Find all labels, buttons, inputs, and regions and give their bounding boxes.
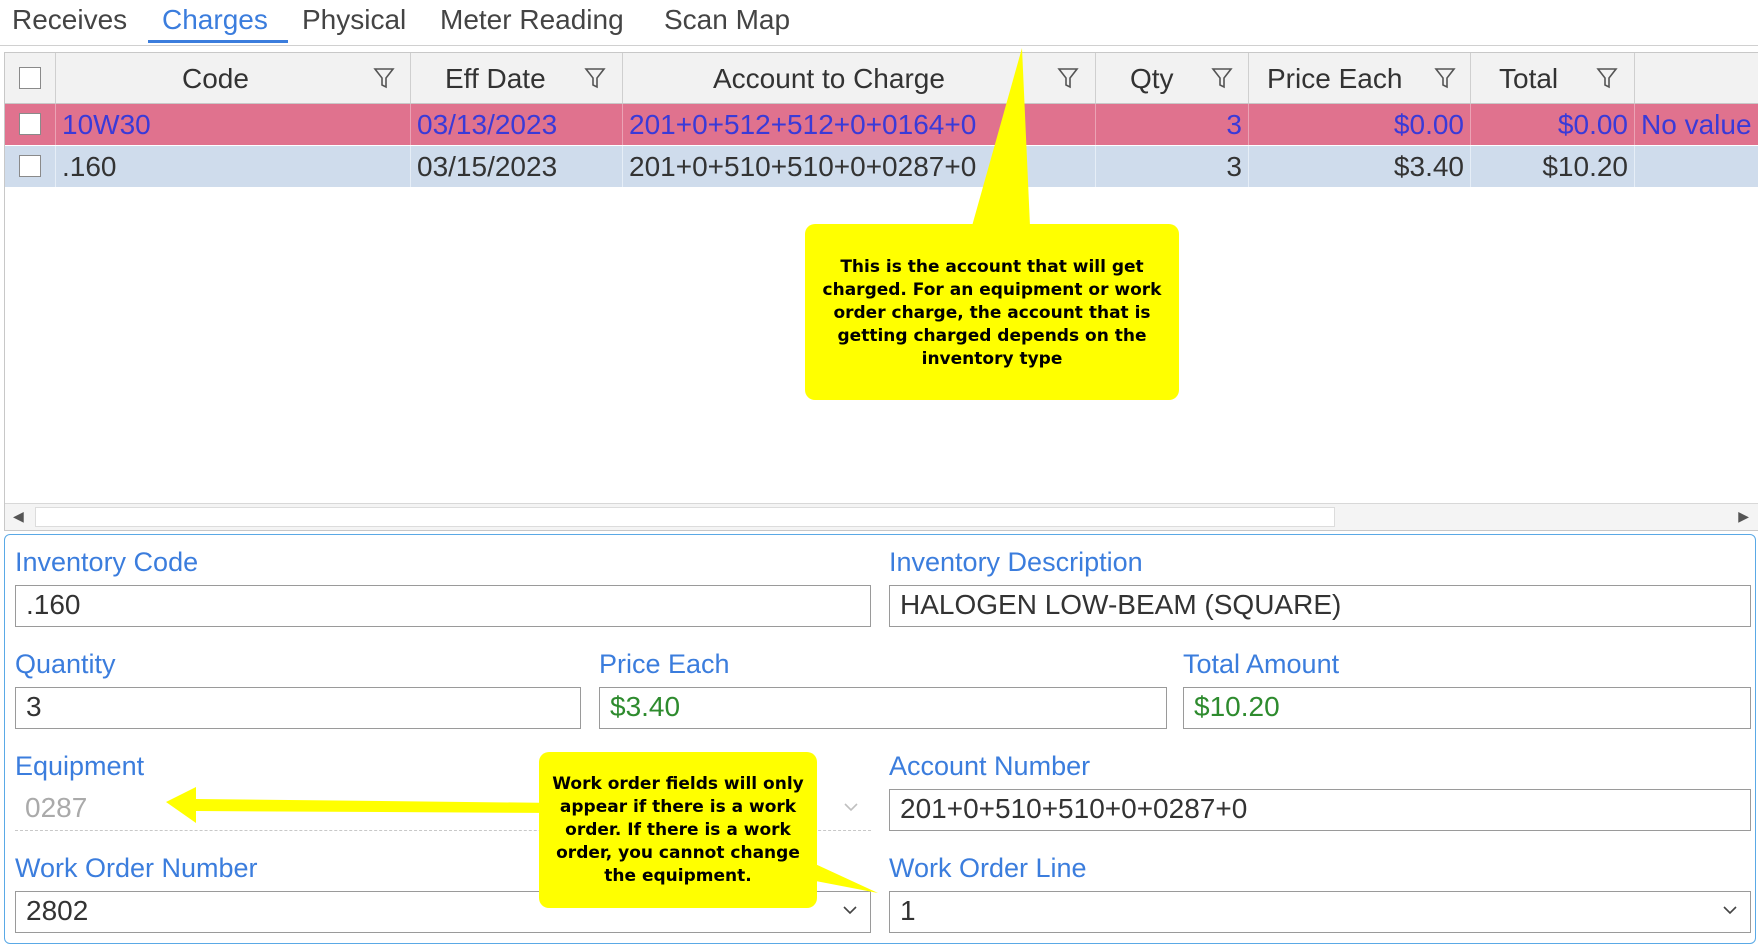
chevron-down-icon[interactable] bbox=[1720, 900, 1740, 920]
scroll-right-icon[interactable]: ▶ bbox=[1738, 508, 1749, 525]
equipment-value: 0287 bbox=[25, 792, 88, 823]
quantity-label: Quantity bbox=[15, 649, 116, 679]
grid-header: Code Eff Date Account to Charge Qty Pric… bbox=[5, 53, 1758, 104]
tab-physical[interactable]: Physical bbox=[302, 4, 406, 36]
work-order-line-label: Work Order Line bbox=[889, 853, 1087, 883]
charge-detail-form: Inventory Code .160 Inventory Descriptio… bbox=[4, 534, 1756, 944]
column-label: Price Each bbox=[1267, 63, 1403, 94]
filter-icon[interactable] bbox=[583, 64, 607, 92]
active-tab-indicator bbox=[148, 40, 288, 43]
cell-total: $10.20 bbox=[1471, 146, 1635, 187]
inventory-code-field[interactable]: .160 bbox=[15, 585, 871, 627]
table-row[interactable]: 10W30 03/13/2023 201+0+512+512+0+0164+0 … bbox=[5, 104, 1758, 145]
inventory-code-label: Inventory Code bbox=[15, 547, 199, 577]
account-number-label: Account Number bbox=[889, 751, 1091, 781]
column-header-code[interactable]: Code bbox=[56, 53, 411, 103]
work-order-line-dropdown[interactable]: 1 bbox=[889, 891, 1751, 933]
cell-account: 201+0+512+512+0+0164+0 bbox=[623, 104, 1096, 145]
cell-total: $0.00 bbox=[1471, 104, 1635, 145]
filter-icon[interactable] bbox=[1433, 64, 1457, 92]
total-amount-label: Total Amount bbox=[1183, 649, 1340, 679]
tab-receives[interactable]: Receives bbox=[12, 4, 127, 36]
cell-price-each: $3.40 bbox=[1249, 146, 1471, 187]
work-order-number-value: 2802 bbox=[26, 895, 89, 926]
column-header-eff-date[interactable]: Eff Date bbox=[411, 53, 623, 103]
filter-icon[interactable] bbox=[1056, 64, 1080, 92]
cell-eff-date: 03/15/2023 bbox=[411, 146, 623, 187]
cell-qty: 3 bbox=[1096, 104, 1249, 145]
table-row[interactable]: .160 03/15/2023 201+0+510+510+0+0287+0 3… bbox=[5, 146, 1758, 187]
tab-bar: Receives Charges Physical Meter Reading … bbox=[0, 0, 1758, 46]
tab-scan-map[interactable]: Scan Map bbox=[664, 4, 790, 36]
column-label: Account to Charge bbox=[713, 63, 945, 94]
filter-icon[interactable] bbox=[372, 64, 396, 92]
cell-qty: 3 bbox=[1096, 146, 1249, 187]
price-each-field[interactable]: $3.40 bbox=[599, 687, 1167, 729]
work-order-line-value: 1 bbox=[900, 895, 916, 926]
cell-validation-note bbox=[1635, 146, 1758, 187]
column-label: Eff Date bbox=[445, 63, 546, 94]
cell-price-each: $0.00 bbox=[1249, 104, 1471, 145]
tab-meter-reading[interactable]: Meter Reading bbox=[440, 4, 624, 36]
row-select-cell bbox=[5, 146, 56, 187]
inventory-description-label: Inventory Description bbox=[889, 547, 1143, 577]
horizontal-scrollbar[interactable]: ◀ ▶ bbox=[5, 503, 1758, 530]
work-order-callout-text: Work order fields will only appear if th… bbox=[552, 774, 804, 886]
column-label: Code bbox=[182, 63, 249, 94]
select-all-cell bbox=[5, 53, 56, 103]
account-callout: This is the account that will get charge… bbox=[805, 224, 1179, 400]
cell-account: 201+0+510+510+0+0287+0 bbox=[623, 146, 1096, 187]
price-each-label: Price Each bbox=[599, 649, 730, 679]
column-label: Qty bbox=[1130, 63, 1174, 94]
select-all-checkbox[interactable] bbox=[19, 67, 41, 89]
column-label: Total bbox=[1499, 63, 1559, 94]
row-select-cell bbox=[5, 104, 56, 145]
chevron-down-icon bbox=[844, 803, 858, 812]
column-header-qty[interactable]: Qty bbox=[1096, 53, 1249, 103]
equipment-label: Equipment bbox=[15, 751, 145, 781]
cell-code: .160 bbox=[56, 146, 411, 187]
filter-icon[interactable] bbox=[1595, 64, 1619, 92]
account-callout-text: This is the account that will get charge… bbox=[822, 257, 1162, 369]
chevron-down-icon[interactable] bbox=[840, 900, 860, 920]
column-header-price-each[interactable]: Price Each bbox=[1249, 53, 1471, 103]
inventory-description-field[interactable]: HALOGEN LOW-BEAM (SQUARE) bbox=[889, 585, 1751, 627]
column-header-total[interactable]: Total bbox=[1471, 53, 1635, 103]
cell-validation-note: No value bbox=[1641, 109, 1752, 140]
total-amount-field[interactable]: $10.20 bbox=[1183, 687, 1751, 729]
filter-icon[interactable] bbox=[1210, 64, 1234, 92]
row-checkbox[interactable] bbox=[19, 155, 41, 177]
cell-eff-date: 03/13/2023 bbox=[411, 104, 623, 145]
work-order-callout: Work order fields will only appear if th… bbox=[539, 752, 817, 908]
account-number-field[interactable]: 201+0+510+510+0+0287+0 bbox=[889, 789, 1751, 831]
scroll-left-icon[interactable]: ◀ bbox=[13, 508, 24, 525]
cell-code: 10W30 bbox=[56, 104, 411, 145]
row-checkbox[interactable] bbox=[19, 113, 41, 135]
scrollbar-thumb[interactable] bbox=[35, 507, 1335, 527]
column-header-account-to-charge[interactable]: Account to Charge bbox=[623, 53, 1096, 103]
work-order-number-label: Work Order Number bbox=[15, 853, 258, 883]
tab-charges[interactable]: Charges bbox=[162, 4, 268, 36]
quantity-field[interactable]: 3 bbox=[15, 687, 581, 729]
